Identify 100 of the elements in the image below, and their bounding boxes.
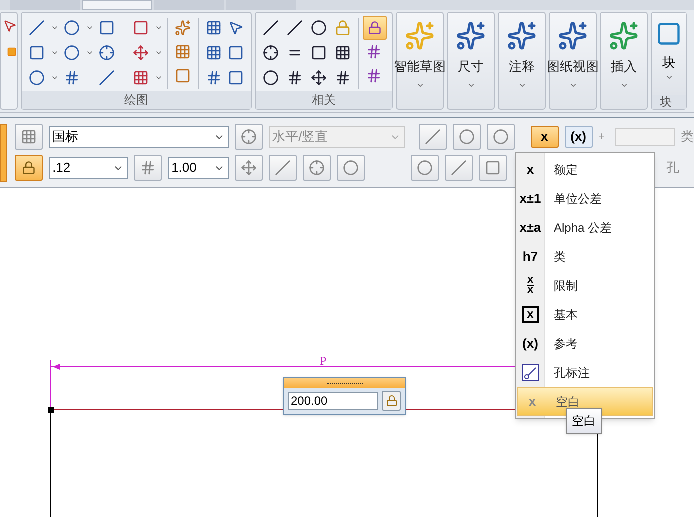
pointer-icon[interactable] [3,19,17,33]
lock-button[interactable] [14,155,43,181]
tool-icon [28,20,45,36]
tolerance-symbol: (x) [522,334,538,353]
group-label: 相关 [256,91,392,109]
field-label: 孔 [666,159,680,178]
orientation-button[interactable] [234,124,263,150]
caret-icon[interactable] [86,49,94,57]
menu-item[interactable]: 孔标注 [516,358,654,387]
tool-icon [263,45,279,61]
caret-icon[interactable] [155,74,164,82]
popup-grip[interactable] [284,378,405,388]
dimension-tool-button[interactable] [302,155,331,181]
ribbon-large-button[interactable]: 插入 [600,12,648,110]
ribbon-large-button[interactable]: 尺寸 [447,12,495,110]
block-icon [656,21,682,47]
dimension-tool-button[interactable] [234,155,263,181]
tool-icon [98,45,115,61]
menu-item-label: 类 [554,248,566,266]
tool-icon [64,20,80,36]
plus-label: + [598,130,605,145]
menu-item-label: 额定 [554,162,578,178]
dimension-value-field[interactable]: 200.00 [288,392,378,410]
tool-icon [228,45,244,61]
tool-icon [342,160,359,176]
lock-icon [368,21,382,35]
menu-item-label: 限制 [554,278,578,294]
dimension-tool-button[interactable] [478,155,507,181]
caret-icon[interactable] [50,24,59,32]
tool-icon [64,45,80,61]
lock-icon [386,395,398,407]
tool-icon [20,129,37,145]
ribbon-large-button[interactable]: 注释 [498,12,546,110]
tool-icon [424,129,441,145]
caret-icon[interactable] [86,24,94,32]
lock-icon [22,161,36,175]
style-select[interactable]: 国标 [48,126,229,148]
menu-item[interactable]: x 基本 [516,300,654,329]
caret-icon[interactable] [50,49,59,57]
menu-item[interactable]: (x) 参考 [516,329,654,358]
tool-icon [311,20,327,36]
dimension-label: P [320,353,327,370]
tool-icon [28,45,45,61]
group-label: 块 [652,95,686,109]
menu-item[interactable]: h7 类 [516,242,654,271]
tool-icon [311,70,327,86]
menu-item[interactable]: x±a Alpha 公差 [516,213,654,242]
tool-icon [206,45,222,61]
tool-icon [311,45,327,61]
tool-icon [263,70,279,86]
dimension-tool-button[interactable] [336,155,365,181]
field-label: 类 [681,128,694,146]
ribbon-large-button[interactable]: 图纸视图 [549,12,597,110]
tool-icon [175,20,192,36]
tool-icon [458,129,475,145]
dimension-tool-button[interactable] [486,124,515,150]
dimension-tool-button[interactable] [418,124,447,150]
tool-icon [416,160,433,176]
ribbon-large-button[interactable]: 块 [652,13,686,95]
dimension-tool-button[interactable] [444,155,473,181]
menu-item[interactable]: x x 限制 [516,271,654,300]
precision-select[interactable]: .12 [48,157,128,179]
dimension-tool-button[interactable] [410,155,439,181]
dimension-tool-button[interactable] [268,155,297,181]
tool-icon [450,160,467,176]
tolerance-symbol: x [528,392,536,411]
precision-format-button[interactable] [134,155,162,181]
menu-item[interactable]: x 空白 [517,387,653,416]
tool-icon [206,70,222,86]
lock-button[interactable] [382,391,401,411]
menu-item[interactable]: x±1 单位公差 [516,184,654,213]
tool-icon [263,20,279,36]
tool-icon [98,20,115,36]
tool-icon [228,70,244,86]
caret-icon[interactable] [155,49,164,57]
tolerance-symbol: x [522,306,539,323]
tool-icon [240,160,257,176]
tolerance-button[interactable]: (x) [564,126,593,148]
menu-item-label: 基本 [554,306,578,324]
tool-icon [274,160,291,176]
dimension-tool-button[interactable] [452,124,481,150]
tool-icon [133,20,150,36]
ribbon-tool-icon [456,21,486,51]
tool-icon [240,129,257,145]
menu-item[interactable]: x 额定 [516,155,654,184]
endpoint-handle[interactable] [48,407,54,413]
tool-icon [287,20,303,36]
ribbon-large-button[interactable]: 智能草图 [396,12,444,110]
scale-select[interactable]: 1.00 [168,157,229,179]
caret-icon[interactable] [155,24,164,32]
tool-icon [335,70,351,86]
caret-icon[interactable] [50,74,59,82]
tolerance-symbol: x±a [520,218,542,237]
tolerance-button[interactable]: x [530,126,559,148]
style-button[interactable] [14,124,43,150]
tool-icon [133,45,150,61]
tool-icon [287,70,303,86]
tolerance-symbol: x±1 [520,190,542,208]
tool-icon [206,20,222,36]
tool-icon [366,44,382,60]
